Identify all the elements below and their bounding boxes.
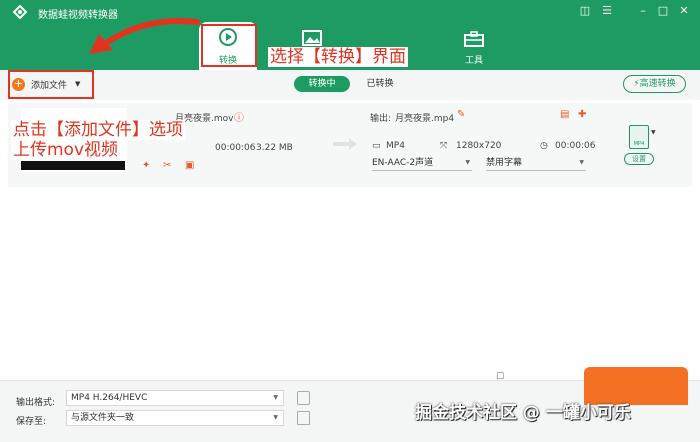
menu-icon[interactable]: ☰	[600, 4, 614, 18]
output-filename: 月亮夜景.mp4	[395, 114, 455, 124]
callout-add-file-2: 上传mov视频	[11, 140, 121, 160]
mp4-badge: MP4	[633, 141, 645, 147]
rename-pencil-icon[interactable]: ✎	[457, 109, 465, 120]
output-format-select[interactable]: MP4 H.264/HEVC	[66, 390, 284, 406]
output-format: MP4	[386, 141, 405, 151]
save-path-select[interactable]: 与源文件夹一致	[66, 410, 284, 426]
tab-tools-label: 工具	[464, 56, 483, 66]
picture-icon	[302, 30, 322, 46]
thumbnail-strip	[21, 161, 125, 170]
output-label: 输出:	[370, 114, 392, 124]
output-resolution: 1280x720	[456, 141, 502, 151]
settings-button[interactable]: 设置	[624, 153, 654, 165]
clock-icon: ◷	[540, 141, 548, 151]
audio-track-select[interactable]: EN-AAC-2声道	[372, 155, 472, 171]
info-icon[interactable]: ⓘ	[234, 109, 244, 124]
account-icon[interactable]: ◫	[578, 4, 592, 18]
toolbar: + 添加文件 ▼ 转换中 已转换 ⚡高速转换	[0, 70, 700, 100]
tab-tools[interactable]: 工具	[454, 22, 494, 70]
callout-add-file-1: 点击【添加文件】选项	[11, 120, 185, 140]
edit-effects-icon[interactable]: ▣	[185, 160, 194, 171]
scissors-icon[interactable]: ✂	[163, 160, 171, 171]
highlight-add-file	[8, 70, 94, 99]
maximize-icon[interactable]: □	[656, 4, 670, 18]
close-icon[interactable]: ✕	[677, 4, 691, 18]
callout-select-tab: 选择【转换】界面	[268, 47, 408, 67]
media-info-icon[interactable]: ▤	[560, 109, 569, 120]
app-logo-icon	[13, 5, 27, 19]
resize-icon: ⤧	[440, 141, 448, 151]
pointer-arrow-icon	[89, 17, 200, 54]
fast-convert-label: 高速转换	[639, 79, 676, 89]
fast-convert-button[interactable]: ⚡高速转换	[623, 75, 686, 93]
minimize-icon[interactable]: –	[636, 4, 650, 18]
format-label: 输出格式:	[16, 398, 56, 408]
highlight-convert-tab	[201, 24, 257, 67]
subtitle-select[interactable]: 禁用字幕	[486, 155, 586, 171]
output-format-icon[interactable]: MP4	[629, 125, 649, 149]
tab-converting[interactable]: 转换中	[294, 76, 350, 92]
magic-wand-icon[interactable]: ✦	[142, 160, 150, 171]
arrow-right-icon	[333, 138, 357, 150]
video-format-icon: ▭	[372, 141, 381, 151]
compress-icon[interactable]: ✚	[578, 109, 586, 120]
format-dropdown-icon[interactable]: ▼	[651, 129, 656, 136]
format-settings-icon[interactable]	[297, 391, 310, 405]
watermark: 掘金技术社区 @ 一罐小可乐	[415, 403, 631, 423]
app-window: 数据蛙视频转换器 ◫ ☰ – □ ✕ 转换 工具 选择【转换】界面 + 添加文件…	[0, 0, 700, 442]
source-size: 3.22 MB	[256, 143, 293, 153]
save-label: 保存至:	[16, 417, 47, 427]
folder-icon[interactable]	[297, 411, 310, 425]
merge-checkbox[interactable]: ☐	[496, 372, 504, 382]
output-duration: 00:00:06	[555, 141, 596, 151]
source-duration: 00:00:06	[215, 143, 256, 153]
tab-converted[interactable]: 已转换	[358, 76, 402, 92]
toolbox-icon	[464, 31, 484, 47]
